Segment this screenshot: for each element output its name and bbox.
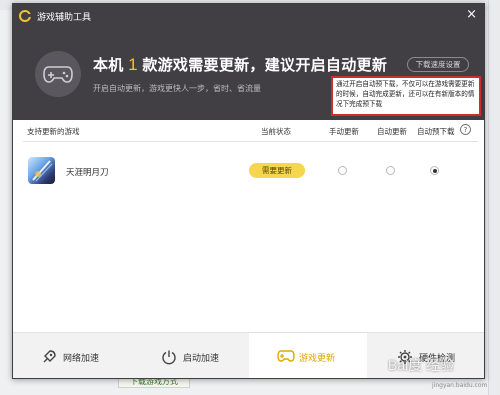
predownload-tooltip: 通过开启自动预下载，不仅可以在游戏需要更新的时候，自动完成更新，还可以在有新版本… [331,76,481,116]
help-icon[interactable]: ? [460,124,471,135]
predownload-radio[interactable] [430,166,439,175]
status-badge[interactable]: 需要更新 [249,163,305,178]
window-title: 游戏辅助工具 [37,13,92,23]
column-header-manual: 手动更新 [329,127,359,136]
rocket-icon [41,349,57,365]
tab-game-update[interactable]: 游戏更新 [249,333,367,378]
app-logo-icon [19,10,32,22]
headline: 本机 1 款游戏需要更新，建议开启自动更新 [93,54,387,75]
column-header-predownload: 自动预下载 [417,127,455,136]
gamepad-icon [277,349,295,365]
tab-network-accel[interactable]: 网络加速 [13,333,131,378]
headline-prefix: 本机 [93,57,124,74]
headline-suffix: 款游戏需要更新，建议开启自动更新 [142,57,388,74]
subline: 开启自动更新，游戏更快人一步，省时、省流量 [93,84,261,93]
column-header-game: 支持更新的游戏 [27,127,80,136]
background-right-panel [488,0,500,395]
gamepad-icon [35,51,81,97]
game-icon [28,157,55,184]
game-assistant-window: 游戏辅助工具 × 本机 1 款游戏需要更新，建议开启自动更新 开启自动更新，游戏… [12,3,485,379]
manual-update-radio[interactable] [338,166,347,175]
header-divider [23,141,478,142]
tab-startup-accel[interactable]: 启动加速 [131,333,249,378]
tab-label: 网络加速 [63,353,100,364]
table-row: 天涯明月刀 需要更新 [13,150,484,190]
tab-label: 游戏更新 [299,353,336,364]
auto-update-radio[interactable] [386,166,395,175]
close-button[interactable]: × [466,8,477,21]
column-header-auto: 自动更新 [377,127,407,136]
tab-label: 启动加速 [183,353,220,364]
watermark-sub: jingyan.baidu.com [432,382,488,389]
watermark: Bai度 经验 [388,357,455,373]
update-count: 1 [128,55,138,74]
column-header-status: 当前状态 [261,127,291,136]
game-name: 天涯明月刀 [66,168,109,178]
download-speed-button[interactable]: 下载速度设置 [407,57,469,72]
power-icon [161,349,177,365]
